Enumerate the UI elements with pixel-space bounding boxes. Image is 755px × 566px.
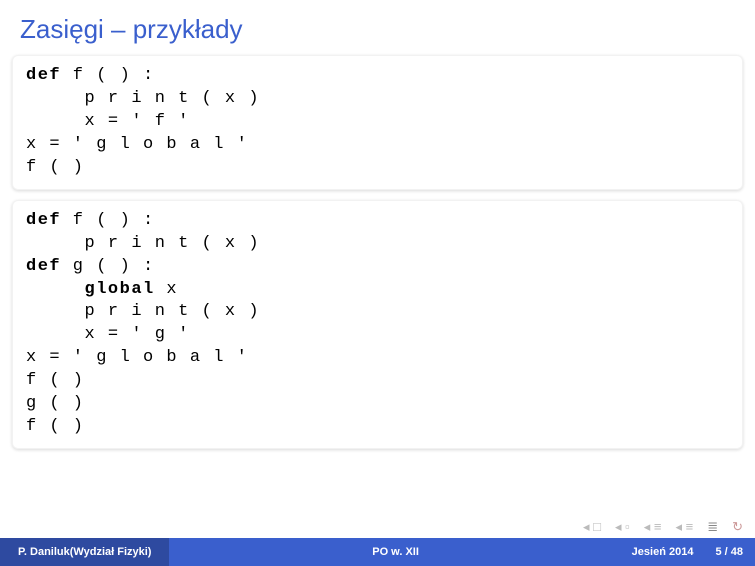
page-sep: / [722,546,731,558]
keyword: def [26,211,61,230]
nav-last-icon[interactable]: ◂ ≡ [675,519,693,535]
code-line: x = ' g l o b a l ' [26,134,729,157]
code-line: p r i n t ( x ) [26,233,729,256]
footer: P. Daniluk(Wydział Fizyki) PO w. XII Jes… [0,538,755,566]
code-line: f ( ) [26,370,729,393]
nav-mode-icon[interactable]: ≣ [707,519,718,535]
slide: Zasięgi – przykłady def f ( ) : p r i n … [0,0,755,566]
nav-icons: ◂ □ ◂ ▫ ◂ ≡ ◂ ≡ ≣ ↻ [583,519,743,535]
code-line: g ( ) [26,393,729,416]
code-text: x [155,280,178,299]
slide-title: Zasięgi – przykłady [0,0,755,55]
code-line: x = ' g l o b a l ' [26,347,729,370]
code-text: f ( ) : [61,66,155,85]
code-text: g ( ) : [61,257,155,276]
slide-content: def f ( ) : p r i n t ( x ) x = ' f ' x … [0,55,755,516]
code-line: def f ( ) : [26,210,729,233]
footer-author: P. Daniluk(Wydział Fizyki) [0,538,169,566]
code-line: def g ( ) : [26,256,729,279]
keyword: def [26,257,61,276]
code-block-1: def f ( ) : p r i n t ( x ) x = ' f ' x … [12,55,743,190]
code-line: f ( ) [26,416,729,439]
nav-prev-icon[interactable]: ◂ ▫ [615,519,630,535]
footer-pages: 5 / 48 [703,546,755,558]
code-block-2: def f ( ) : p r i n t ( x ) def g ( ) : … [12,200,743,449]
code-text: f ( ) : [61,211,155,230]
footer-course: PO w. XII [169,546,621,558]
nav-cycle-icon[interactable]: ↻ [732,519,743,535]
code-line: p r i n t ( x ) [26,88,729,111]
page-total: 48 [731,546,743,558]
keyword: def [26,66,61,85]
code-line: global x [26,279,729,302]
keyword: global [26,280,155,299]
code-line: p r i n t ( x ) [26,301,729,324]
code-line: def f ( ) : [26,65,729,88]
nav-bar: ◂ □ ◂ ▫ ◂ ≡ ◂ ≡ ≣ ↻ [0,516,755,538]
nav-next-icon[interactable]: ◂ ≡ [644,519,662,535]
nav-first-icon[interactable]: ◂ □ [583,519,601,535]
code-line: x = ' f ' [26,111,729,134]
footer-term: Jesień 2014 [622,546,704,558]
code-line: f ( ) [26,157,729,180]
code-line: x = ' g ' [26,324,729,347]
